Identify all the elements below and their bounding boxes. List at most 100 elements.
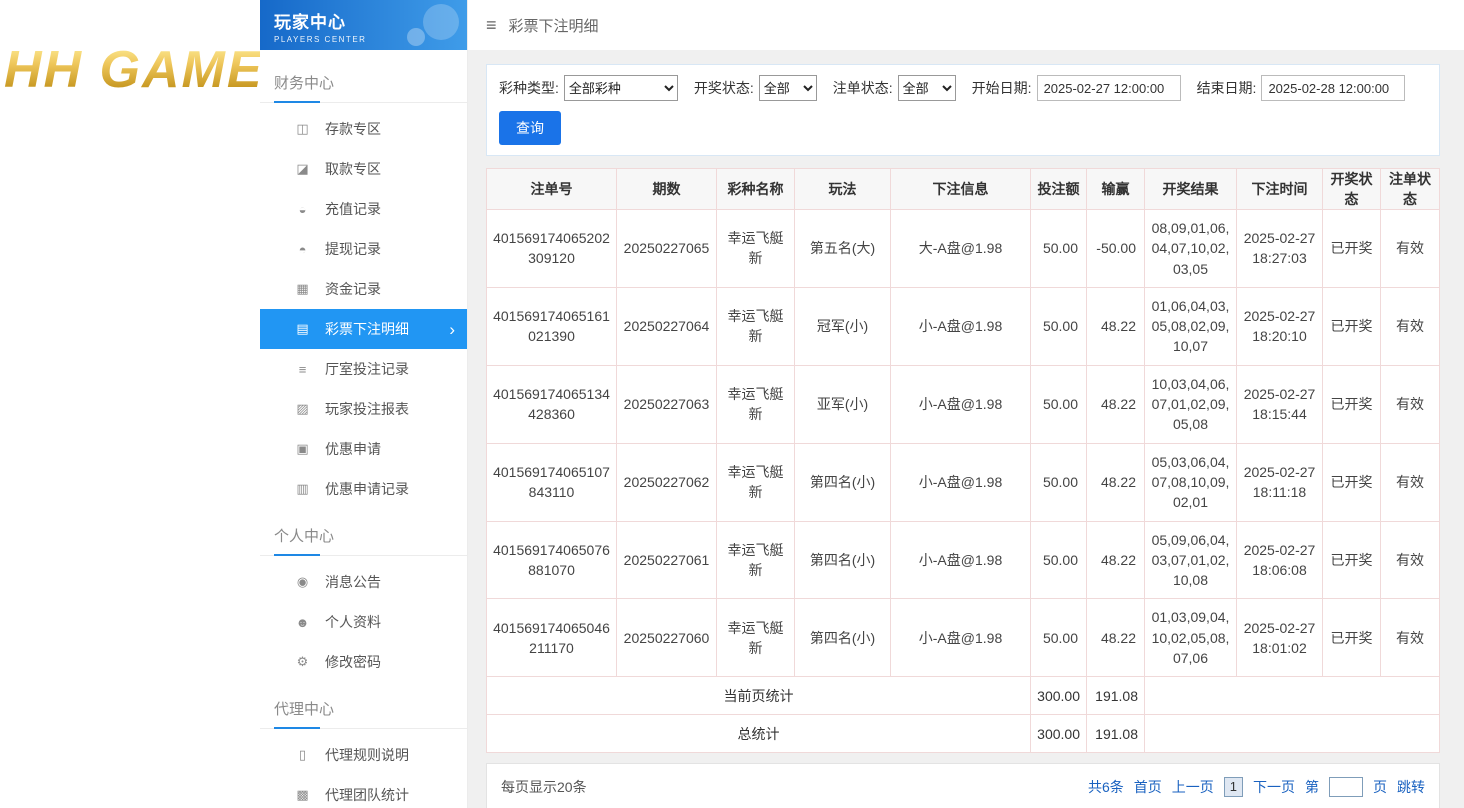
cell-draw_result: 01,06,04,03,05,08,02,09,10,07	[1145, 287, 1237, 365]
table-row: 40156917406520230912020250227065幸运飞艇新第五名…	[487, 210, 1440, 288]
cell-bet_info: 小-A盘@1.98	[891, 365, 1031, 443]
section-title: 个人中心	[274, 528, 334, 545]
topbar: ≡ 彩票下注明细	[468, 0, 1464, 50]
user-icon: ☻	[294, 615, 311, 630]
end-date-input[interactable]	[1261, 75, 1405, 101]
page-number-input[interactable]	[1329, 777, 1363, 797]
sidebar-item-label: 修改密码	[325, 652, 381, 672]
cell-period: 20250227062	[617, 443, 717, 521]
cell-order_no: 401569174065134428360	[487, 365, 617, 443]
cell-win_loss: 48.22	[1087, 599, 1145, 677]
doc-icon: ▯	[294, 747, 311, 763]
sidebar-item-promo-apply-records[interactable]: ▥优惠申请记录	[260, 469, 467, 509]
total-summary-row: 总统计300.00191.08	[487, 715, 1440, 753]
start-date-input[interactable]	[1037, 75, 1181, 101]
next-page-link[interactable]: 下一页	[1253, 777, 1295, 797]
cell-bet_time: 2025-02-27 18:15:44	[1237, 365, 1323, 443]
sidebar-item-change-password[interactable]: ⚙修改密码	[260, 642, 467, 682]
table-row: 40156917406510784311020250227062幸运飞艇新第四名…	[487, 443, 1440, 521]
per-page-text: 每页显示20条	[501, 777, 587, 797]
cell-draw_result: 10,03,04,06,07,01,02,09,05,08	[1145, 365, 1237, 443]
cell-win_loss: 48.22	[1087, 365, 1145, 443]
sidebar-item-messages[interactable]: ◉消息公告	[260, 562, 467, 602]
total-count: 共6条	[1088, 777, 1124, 797]
cell-draw_result: 05,09,06,04,03,07,01,02,10,08	[1145, 521, 1237, 599]
sidebar-item-label: 存款专区	[325, 119, 381, 139]
end-date-filter: 结束日期:	[1197, 75, 1406, 101]
cell-play: 第四名(小)	[795, 599, 891, 677]
cell-draw_status: 已开奖	[1323, 287, 1381, 365]
cell-period: 20250227065	[617, 210, 717, 288]
sidebar-item-agent-team-stats[interactable]: ▩代理团队统计	[260, 775, 467, 808]
sidebar-item-recharge-records[interactable]: ◒充值记录	[260, 189, 467, 229]
pagination: 共6条 首页 上一页 1 下一页 第 页 跳转	[1088, 777, 1425, 797]
sidebar-item-profile[interactable]: ☻个人资料	[260, 602, 467, 642]
table-row: 40156917406504621117020250227060幸运飞艇新第四名…	[487, 599, 1440, 677]
sidebar-header: 玩家中心 PLAYERS CENTER	[260, 0, 467, 50]
team-stats-icon: ▩	[294, 787, 311, 803]
column-header-order_no: 注单号	[487, 169, 617, 210]
column-header-win_loss: 输赢	[1087, 169, 1145, 210]
search-button[interactable]: 查询	[499, 111, 561, 145]
sidebar-item-hall-bet-records[interactable]: ≡厅室投注记录	[260, 349, 467, 389]
sidebar-item-player-bet-report[interactable]: ▨玩家投注报表	[260, 389, 467, 429]
lottery-detail-icon: ▤	[294, 321, 311, 337]
sidebar-nav: 财务中心 ◫存款专区◪取款专区◒充值记录◓提现记录▦资金记录▤彩票下注明细›≡厅室…	[260, 50, 467, 808]
section-underline	[274, 554, 320, 556]
current-page[interactable]: 1	[1224, 777, 1243, 797]
cell-bet_amount: 50.00	[1031, 443, 1087, 521]
cell-lottery_name: 幸运飞艇新	[717, 521, 795, 599]
sidebar-item-deposit[interactable]: ◫存款专区	[260, 109, 467, 149]
page-title: 彩票下注明细	[509, 15, 599, 36]
column-header-order_status: 注单状态	[1381, 169, 1440, 210]
summary-empty	[1145, 677, 1440, 715]
page-jump-label-post: 页	[1373, 777, 1387, 797]
cell-order_status: 有效	[1381, 365, 1440, 443]
menu-toggle-icon[interactable]: ≡	[486, 15, 497, 36]
sidebar-item-lottery-bet-details[interactable]: ▤彩票下注明细›	[260, 309, 467, 349]
funds-record-icon: ▦	[294, 281, 311, 297]
cell-win_loss: 48.22	[1087, 443, 1145, 521]
draw-status-label: 开奖状态:	[694, 78, 754, 98]
prev-page-link[interactable]: 上一页	[1172, 777, 1214, 797]
sidebar-item-promo-apply[interactable]: ▣优惠申请	[260, 429, 467, 469]
column-header-play: 玩法	[795, 169, 891, 210]
lottery-type-filter: 彩种类型: 全部彩种	[499, 75, 678, 101]
cell-bet_time: 2025-02-27 18:27:03	[1237, 210, 1323, 288]
lottery-type-select[interactable]: 全部彩种	[564, 75, 678, 101]
section-underline	[274, 727, 320, 729]
cell-bet_amount: 50.00	[1031, 521, 1087, 599]
main-area: ≡ 彩票下注明细 彩种类型: 全部彩种 开奖状态: 全部	[468, 0, 1464, 808]
cell-bet_time: 2025-02-27 18:20:10	[1237, 287, 1323, 365]
sidebar-item-cashout-records[interactable]: ◓提现记录	[260, 229, 467, 269]
lottery-type-label: 彩种类型:	[499, 78, 559, 98]
cell-bet_time: 2025-02-27 18:11:18	[1237, 443, 1323, 521]
start-date-label: 开始日期:	[972, 78, 1032, 98]
section-header-finance: 财务中心	[260, 66, 467, 103]
cell-play: 第四名(小)	[795, 443, 891, 521]
cell-play: 冠军(小)	[795, 287, 891, 365]
sidebar-item-agent-rules[interactable]: ▯代理规则说明	[260, 735, 467, 775]
cell-bet_info: 大-A盘@1.98	[891, 210, 1031, 288]
order-status-label: 注单状态:	[833, 78, 893, 98]
cell-order_status: 有效	[1381, 521, 1440, 599]
first-page-link[interactable]: 首页	[1134, 777, 1162, 797]
current-page-summary-row: 当前页统计300.00191.08	[487, 677, 1440, 715]
cell-order_status: 有效	[1381, 599, 1440, 677]
draw-status-filter: 开奖状态: 全部	[694, 75, 817, 101]
sidebar-item-withdraw[interactable]: ◪取款专区	[260, 149, 467, 189]
cell-win_loss: 48.22	[1087, 287, 1145, 365]
table-header-row: 注单号期数彩种名称玩法下注信息投注额输赢开奖结果下注时间开奖状态注单状态	[487, 169, 1440, 210]
summary-win-loss: 191.08	[1087, 715, 1145, 753]
order-status-select[interactable]: 全部	[898, 75, 956, 101]
sidebar-item-funds-records[interactable]: ▦资金记录	[260, 269, 467, 309]
cell-lottery_name: 幸运飞艇新	[717, 599, 795, 677]
draw-status-select[interactable]: 全部	[759, 75, 817, 101]
cell-lottery_name: 幸运飞艇新	[717, 210, 795, 288]
table-row: 40156917406513442836020250227063幸运飞艇新亚军(…	[487, 365, 1440, 443]
column-header-bet_amount: 投注额	[1031, 169, 1087, 210]
jump-link[interactable]: 跳转	[1397, 777, 1425, 797]
cell-draw_status: 已开奖	[1323, 521, 1381, 599]
app-logo: HH GAME	[4, 40, 260, 100]
cell-draw_status: 已开奖	[1323, 443, 1381, 521]
